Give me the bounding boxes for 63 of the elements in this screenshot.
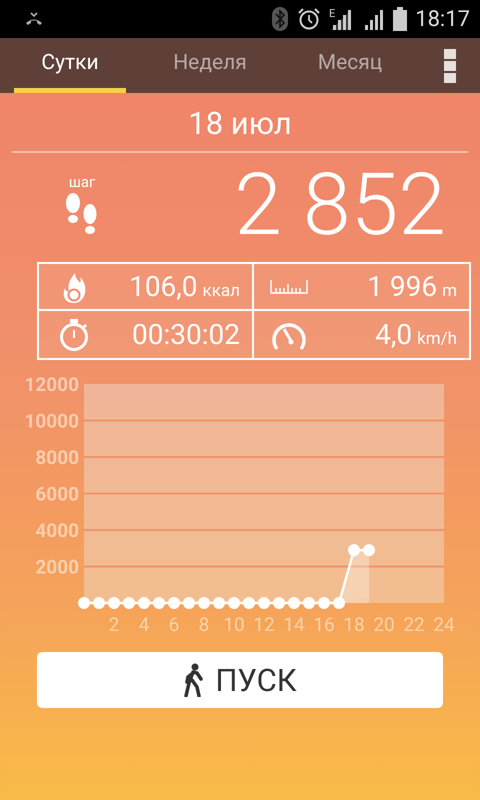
axis-label: 20: [373, 613, 395, 636]
stat-value: 00:30:02: [132, 318, 240, 351]
network-type: E: [328, 8, 336, 19]
battery-icon: [393, 7, 408, 31]
axis-label: 8: [198, 613, 210, 636]
data-point: [363, 544, 375, 556]
data-point: [288, 597, 300, 609]
axis-label: 6: [168, 613, 180, 636]
tab[interactable]: Месяц: [280, 38, 420, 93]
walking-person-icon: [183, 663, 206, 697]
axis-label: 2000: [35, 556, 79, 578]
axis-label: 10000: [24, 410, 79, 432]
stat-value: 106,0: [129, 270, 198, 303]
data-point: [303, 597, 315, 609]
data-point: [168, 597, 180, 609]
data-point: [348, 544, 360, 556]
data-point: [183, 597, 195, 609]
data-point: [258, 597, 270, 609]
ruler-icon: [270, 280, 308, 294]
axis-label: 4000: [35, 519, 79, 542]
bluetooth-icon: [270, 6, 289, 32]
stopwatch-icon: [58, 318, 90, 352]
data-point: [93, 597, 105, 609]
step-count: 2 852: [233, 159, 447, 251]
data-point: [138, 597, 150, 609]
data-point: [273, 597, 285, 609]
data-point: [78, 597, 90, 609]
axis-label: 10: [223, 613, 245, 636]
signal-icon: [329, 8, 354, 30]
data-point: [153, 597, 165, 609]
data-point: [123, 597, 135, 609]
axis-label: 12: [253, 613, 275, 636]
axis-label: 8000: [35, 446, 79, 469]
axis-label: 16: [313, 613, 335, 636]
data-point: [333, 597, 345, 609]
stat-unit: km/h: [417, 329, 457, 349]
data-point: [228, 597, 240, 609]
axis-label: 4: [138, 613, 150, 636]
axis-label: 22: [403, 613, 425, 636]
axis-label: 24: [433, 613, 455, 636]
tab[interactable]: Сутки: [0, 38, 140, 93]
axis-label: 12000: [24, 373, 79, 396]
alarm-clock-icon: [296, 7, 321, 31]
stat-value: 1 996: [367, 270, 438, 303]
start-button[interactable]: ПУСК: [37, 652, 443, 708]
date-title: 18 июл: [12, 93, 468, 153]
axis-label: 14: [283, 613, 305, 636]
data-point: [213, 597, 225, 609]
tab[interactable]: Неделя: [140, 38, 280, 93]
stat-unit: m: [442, 281, 457, 301]
axis-label: 2: [108, 613, 120, 636]
axis-label: 6000: [35, 482, 79, 506]
stat-unit: ккал: [202, 281, 240, 301]
axis-label: 18: [343, 613, 365, 636]
data-point: [108, 597, 120, 609]
steps-label: шаг: [68, 173, 96, 191]
data-point: [198, 597, 210, 609]
data-point: [243, 597, 255, 609]
clock-time: 18:17: [415, 6, 470, 32]
stat-value: 4,0: [375, 318, 412, 351]
data-point: [318, 597, 330, 609]
missed-call-icon: [24, 11, 44, 27]
overflow-menu-icon[interactable]: [444, 48, 456, 82]
